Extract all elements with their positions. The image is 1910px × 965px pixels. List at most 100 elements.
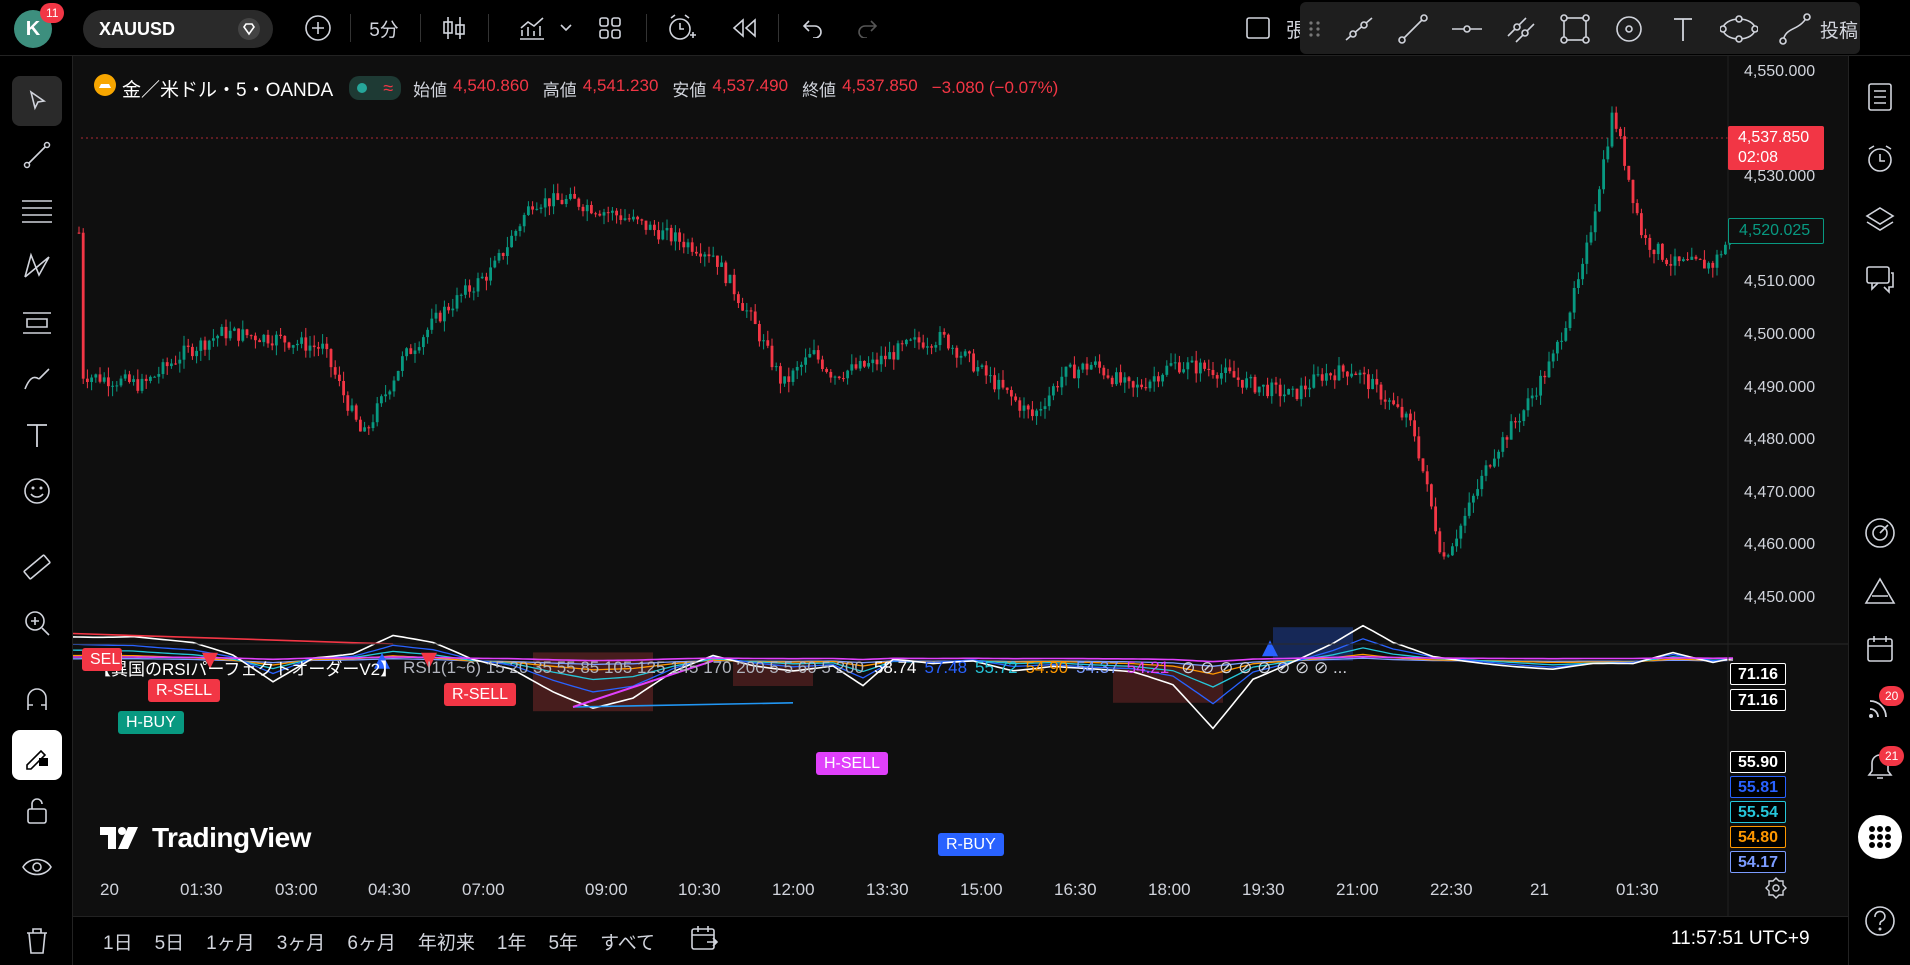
candle-body [564,198,568,205]
rsi-axis-top-2: 71.16 [1730,689,1786,711]
settings-gear-icon[interactable] [1764,876,1788,903]
undo-icon[interactable] [790,0,834,56]
indicators-icon[interactable] [512,0,552,56]
candle-body [506,247,509,257]
r-sell-label: R-SELL [148,679,221,702]
symbol-search[interactable]: XAUUSD [83,10,273,48]
ideas-icon[interactable] [1855,566,1905,616]
help-icon[interactable] [1855,896,1905,946]
range-button[interactable]: 年初来 [418,928,475,955]
date-range-icon[interactable] [689,924,719,958]
curve-icon[interactable] [1778,12,1812,49]
range-button[interactable]: 1年 [497,928,527,955]
replay-icon[interactable] [722,0,766,56]
text-icon[interactable] [1666,12,1700,49]
candle-body [1635,203,1639,214]
candle-body [716,255,719,267]
candle-body [779,366,782,384]
emoji-icon[interactable] [12,466,62,516]
magnet-icon[interactable] [12,674,62,724]
candle-body [1354,373,1358,376]
candle-body [1568,312,1572,328]
candle-body [1577,279,1580,288]
range-button[interactable]: 5日 [155,928,185,955]
zoom-icon[interactable] [12,598,62,648]
layout-icon[interactable] [590,0,630,56]
bar-countdown: 02:08 [1738,149,1779,166]
gauge-icon[interactable] [1855,508,1905,558]
diamond-icon[interactable] [237,17,261,46]
indicator-disabled-marks: ⊘ ⊘ ⊘ ⊘ ⊘ ⊘ ⊘ ⊘ ... [1181,657,1348,677]
candle-body [115,385,119,387]
candle-body [1232,371,1236,378]
range-button[interactable]: 3ヶ月 [277,928,326,955]
fullscreen-icon[interactable] [1236,0,1280,56]
candle-body [1497,451,1500,459]
market-status-icon[interactable]: ≈ [349,76,402,100]
candle-body [653,224,656,231]
redo-icon[interactable] [846,0,890,56]
price-tick: 4,500.000 [1744,326,1816,343]
candle-body [1068,364,1072,367]
rsi-axis-value: 55.54 [1730,801,1786,823]
alert-clock-icon[interactable] [1855,134,1905,184]
candle-body [1451,546,1454,556]
pattern-tool-icon[interactable] [12,242,62,292]
drag-handle-icon[interactable] [1308,20,1322,41]
brush-tool-icon[interactable] [12,354,62,404]
chat-icon[interactable] [1855,254,1905,304]
chevron-down-icon[interactable] [556,0,576,56]
text-tool-icon[interactable] [12,410,62,460]
lock-drawing-icon[interactable] [12,730,62,780]
range-button[interactable]: 1ヶ月 [206,928,255,955]
candle-body [787,376,791,382]
alert-add-icon[interactable] [660,0,704,56]
range-button[interactable]: すべて [600,928,655,955]
candle-body [674,232,677,242]
candle-body [1199,362,1202,374]
candle-body [245,329,249,336]
indicator-name[interactable]: 【異国のRSIパーフェクトオーダーV2】 [94,655,397,680]
ray-icon[interactable] [1342,12,1376,49]
range-button[interactable]: 6ヶ月 [347,928,396,955]
circle-icon[interactable] [1612,12,1646,49]
fib-tool-icon[interactable] [12,186,62,236]
candle-body [161,362,165,375]
unlock-icon[interactable] [12,786,62,836]
clock-timezone[interactable]: 11:57:51 UTC+9 [1671,928,1810,950]
ellipse-icon[interactable] [1719,12,1759,49]
candle-body [1421,458,1425,472]
line-tool-icon[interactable] [12,130,62,180]
range-button[interactable]: 5年 [548,928,578,955]
candle-body [468,285,471,292]
watchlist-icon[interactable] [1855,72,1905,122]
interval-button[interactable]: 5分 [362,0,406,56]
candle-body [1719,254,1723,256]
candle-body [493,260,497,268]
candle-body [157,374,161,377]
range-button[interactable]: 1日 [103,928,133,955]
chart-canvas[interactable] [73,56,1848,916]
rectangle-icon[interactable] [1558,12,1592,49]
position-tool-icon[interactable] [12,298,62,348]
trash-icon[interactable] [12,916,62,965]
add-symbol-icon[interactable] [298,0,338,56]
horizontal-line-icon[interactable] [1450,12,1484,49]
parallel-channel-icon[interactable] [1504,12,1538,49]
publish-button[interactable]: 投稿 [1820,16,1860,43]
time-tick: 01:30 [1616,880,1659,899]
layers-icon[interactable] [1855,194,1905,244]
candle-type-icon[interactable] [434,0,474,56]
calendar-icon[interactable] [1855,624,1905,674]
candle-body [1203,362,1206,369]
eye-icon[interactable] [12,842,62,892]
candle-body [195,350,198,357]
candle-body [1367,374,1370,390]
cursor-icon[interactable] [12,76,62,126]
candle-body [1665,259,1668,265]
trend-line-icon[interactable] [1396,12,1430,49]
candle-body [241,329,245,341]
ruler-icon[interactable] [12,542,62,592]
apps-grid-icon[interactable] [1855,812,1905,862]
candle-body [942,331,946,335]
